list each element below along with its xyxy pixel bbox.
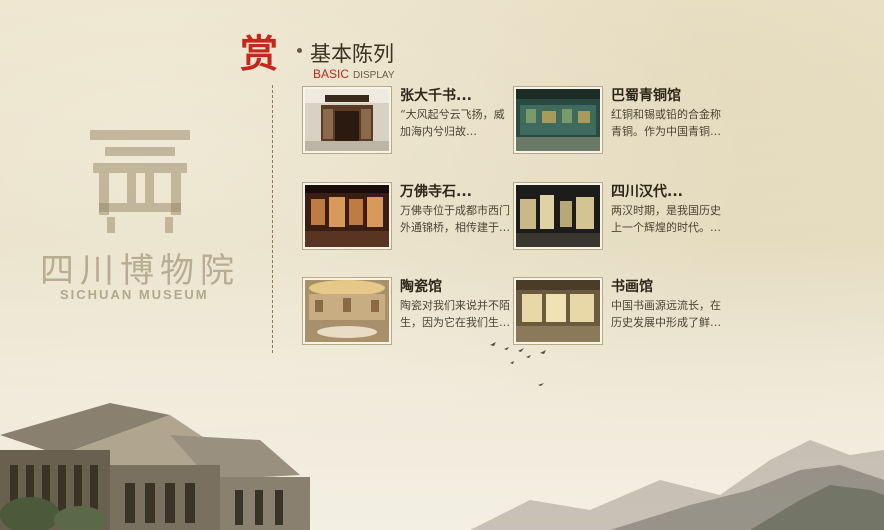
ceramics-hall-photo-icon[interactable] (303, 278, 391, 344)
section-title: 基本陈列 (310, 42, 394, 66)
section-badge: 赏 (240, 32, 279, 76)
exhibit-item[interactable]: 张大千书... “大风起兮云飞扬，威加海内兮归故… (303, 87, 513, 167)
exhibit-title[interactable]: 陶瓷馆 (400, 278, 512, 296)
exhibit-item[interactable]: 四川汉代... 两汉时期，是我国历史上一个辉煌的时代。… (514, 183, 724, 263)
museum-name-en: SICHUAN MUSEUM (60, 287, 209, 302)
bronze-hall-photo-icon[interactable] (514, 87, 602, 153)
subtitle-display: DISPLAY (353, 70, 395, 81)
section-subtitle: BASIC DISPLAY (313, 67, 395, 81)
bullet-dot (297, 48, 302, 53)
exhibit-description: 红铜和锡或铅的合金称青铜。作为中国青铜… (611, 108, 721, 138)
dashed-divider (272, 85, 273, 353)
exhibit-title[interactable]: 巴蜀青铜馆 (611, 87, 723, 105)
exhibit-item[interactable]: 巴蜀青铜馆 红铜和锡或铅的合金称青铜。作为中国青铜… (514, 87, 724, 167)
exhibit-title[interactable]: 四川汉代... (611, 183, 723, 201)
exhibit-description: 陶瓷对我们来说并不陌生，因为它在我们生… (400, 299, 510, 329)
ink-mountains-illustration (470, 440, 884, 530)
museum-building-illustration (0, 403, 310, 530)
exhibit-title[interactable]: 书画馆 (611, 278, 723, 296)
flying-birds-icon (490, 342, 546, 386)
exhibit-text: 张大千书... “大风起兮云飞扬，威加海内兮归故… (400, 87, 512, 140)
museum-logo: 四川博物院 SICHUAN MUSEUM (40, 125, 250, 315)
museum-emblem-icon (90, 130, 190, 233)
exhibit-text: 四川汉代... 两汉时期，是我国历史上一个辉煌的时代。… (611, 183, 723, 236)
exhibit-text: 陶瓷馆 陶瓷对我们来说并不陌生，因为它在我们生… (400, 278, 512, 331)
exhibit-title[interactable]: 万佛寺石... (400, 183, 512, 201)
exhibit-text: 书画馆 中国书画源远流长，在历史发展中形成了鲜… (611, 278, 723, 331)
exhibit-description: 两汉时期，是我国历史上一个辉煌的时代。… (611, 204, 721, 234)
exhibit-description: 中国书画源远流长，在历史发展中形成了鲜… (611, 299, 721, 329)
exhibit-description: 万佛寺位于成都市西门外通锦桥，相传建于… (400, 204, 510, 234)
exhibit-title[interactable]: 张大千书... (400, 87, 512, 105)
stone-carving-hall-photo-icon[interactable] (303, 183, 391, 249)
exhibit-description: “大风起兮云飞扬，威加海内兮归故… (400, 108, 505, 138)
museum-name-cn: 四川博物院 (40, 251, 240, 291)
han-dynasty-hall-photo-icon[interactable] (514, 183, 602, 249)
subtitle-basic: BASIC (313, 67, 350, 81)
exhibit-text: 万佛寺石... 万佛寺位于成都市西门外通锦桥，相传建于… (400, 183, 512, 236)
exhibit-item[interactable]: 万佛寺石... 万佛寺位于成都市西门外通锦桥，相传建于… (303, 183, 513, 263)
exhibit-text: 巴蜀青铜馆 红铜和锡或铅的合金称青铜。作为中国青铜… (611, 87, 723, 140)
gallery-entrance-photo-icon[interactable] (303, 87, 391, 153)
